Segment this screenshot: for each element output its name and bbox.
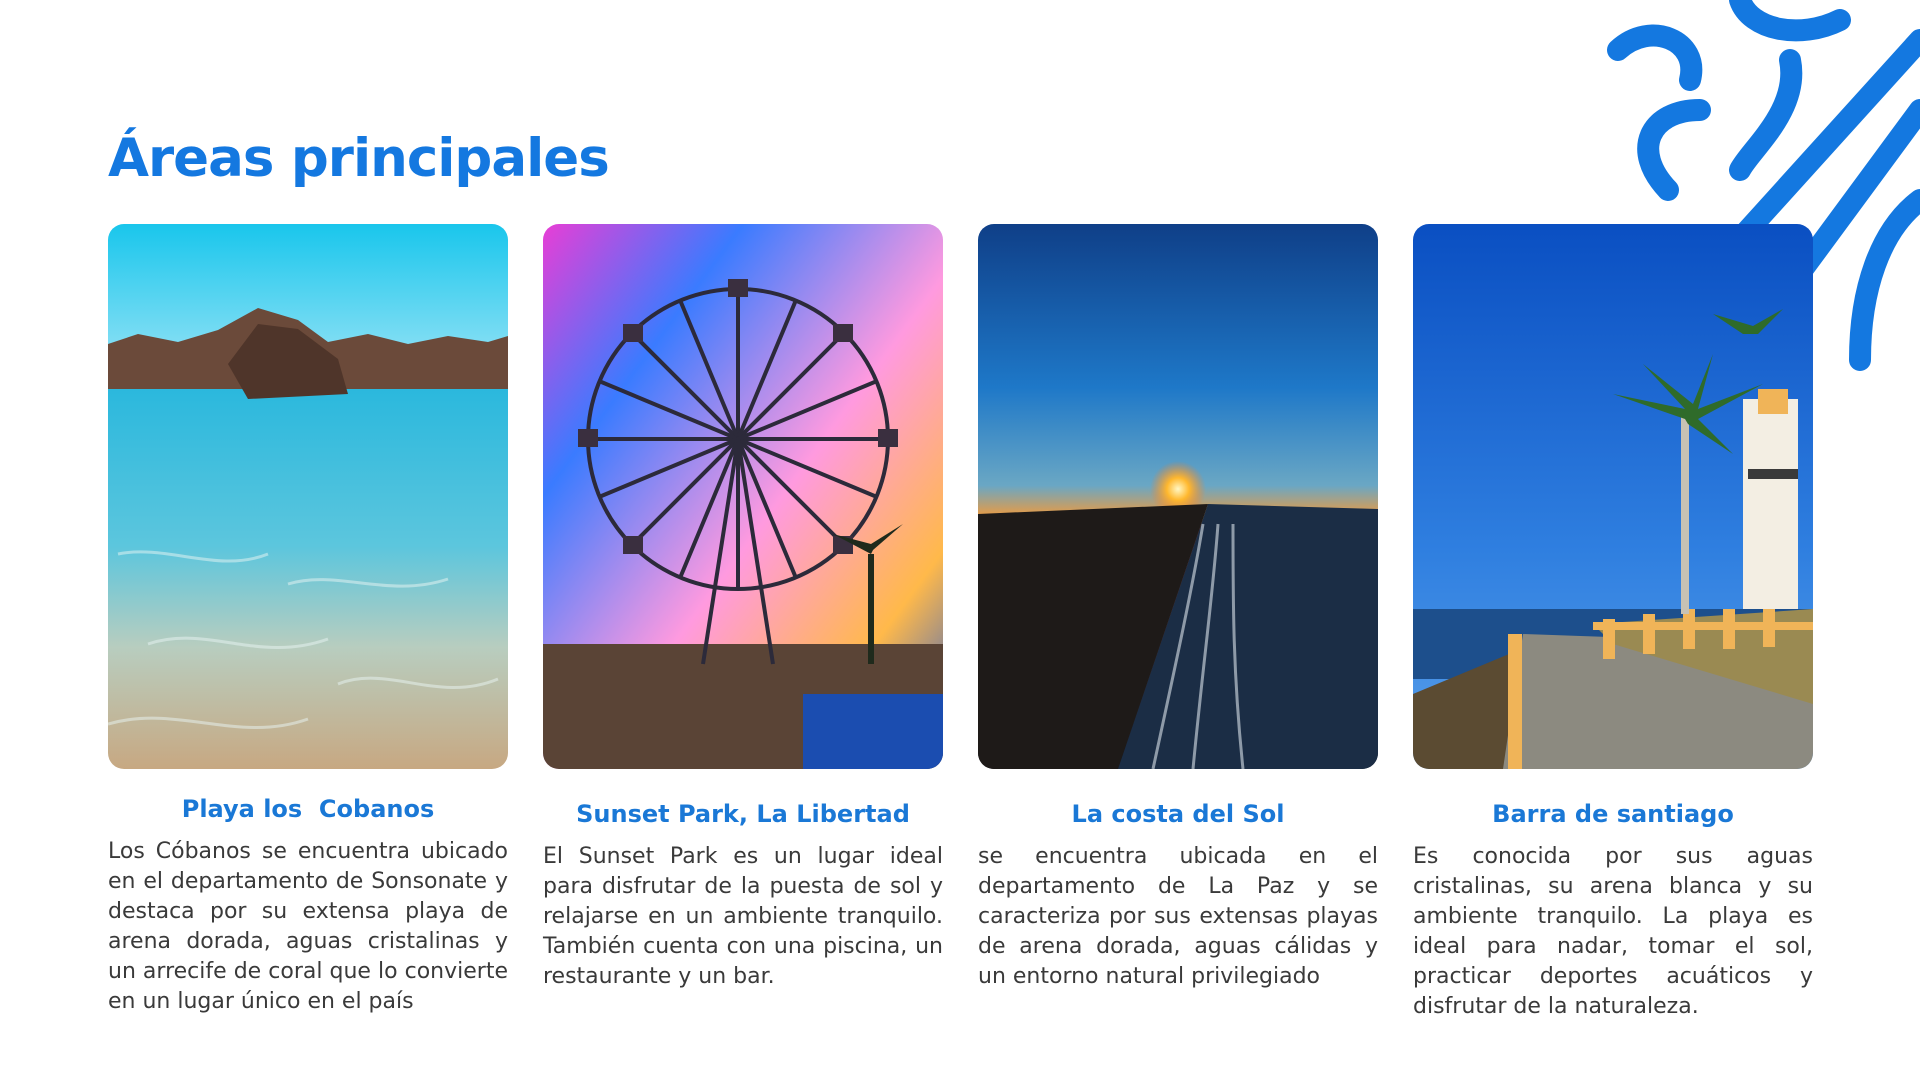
card-description: Es conocida por sus aguas cristalinas, s… (1413, 844, 1813, 1019)
page-title: Áreas principales (108, 128, 610, 189)
photo-sunset-park (543, 224, 943, 769)
card-barra-de-santiago: Barra de santiago Es conocida por sus ag… (1413, 224, 1813, 1022)
card-title: Sunset Park, La Libertad (576, 800, 910, 828)
card-description: El Sunset Park es un lugar ideal para di… (543, 844, 943, 989)
photo-barra-de-santiago (1413, 224, 1813, 769)
card-title: La costa del Sol (1071, 800, 1285, 828)
card-title: Barra de santiago (1492, 800, 1734, 828)
slide: Áreas principales Playa los Cobanos Los … (0, 0, 1920, 1080)
card-la-costa-del-sol: La costa del Sol se encuentra ubicada en… (978, 224, 1378, 992)
photo-la-costa-del-sol (978, 224, 1378, 769)
card-playa-los-cobanos: Playa los Cobanos Los Cóbanos se encuent… (108, 224, 508, 1017)
card-description: Los Cóbanos se encuentra ubicado en el d… (108, 839, 508, 1014)
card-title: Playa los Cobanos (181, 795, 435, 823)
card-description: se encuentra ubicada en el departamento … (978, 844, 1378, 989)
photo-playa-los-cobanos (108, 224, 508, 769)
card-sunset-park: Sunset Park, La Libertad El Sunset Park … (543, 224, 943, 992)
